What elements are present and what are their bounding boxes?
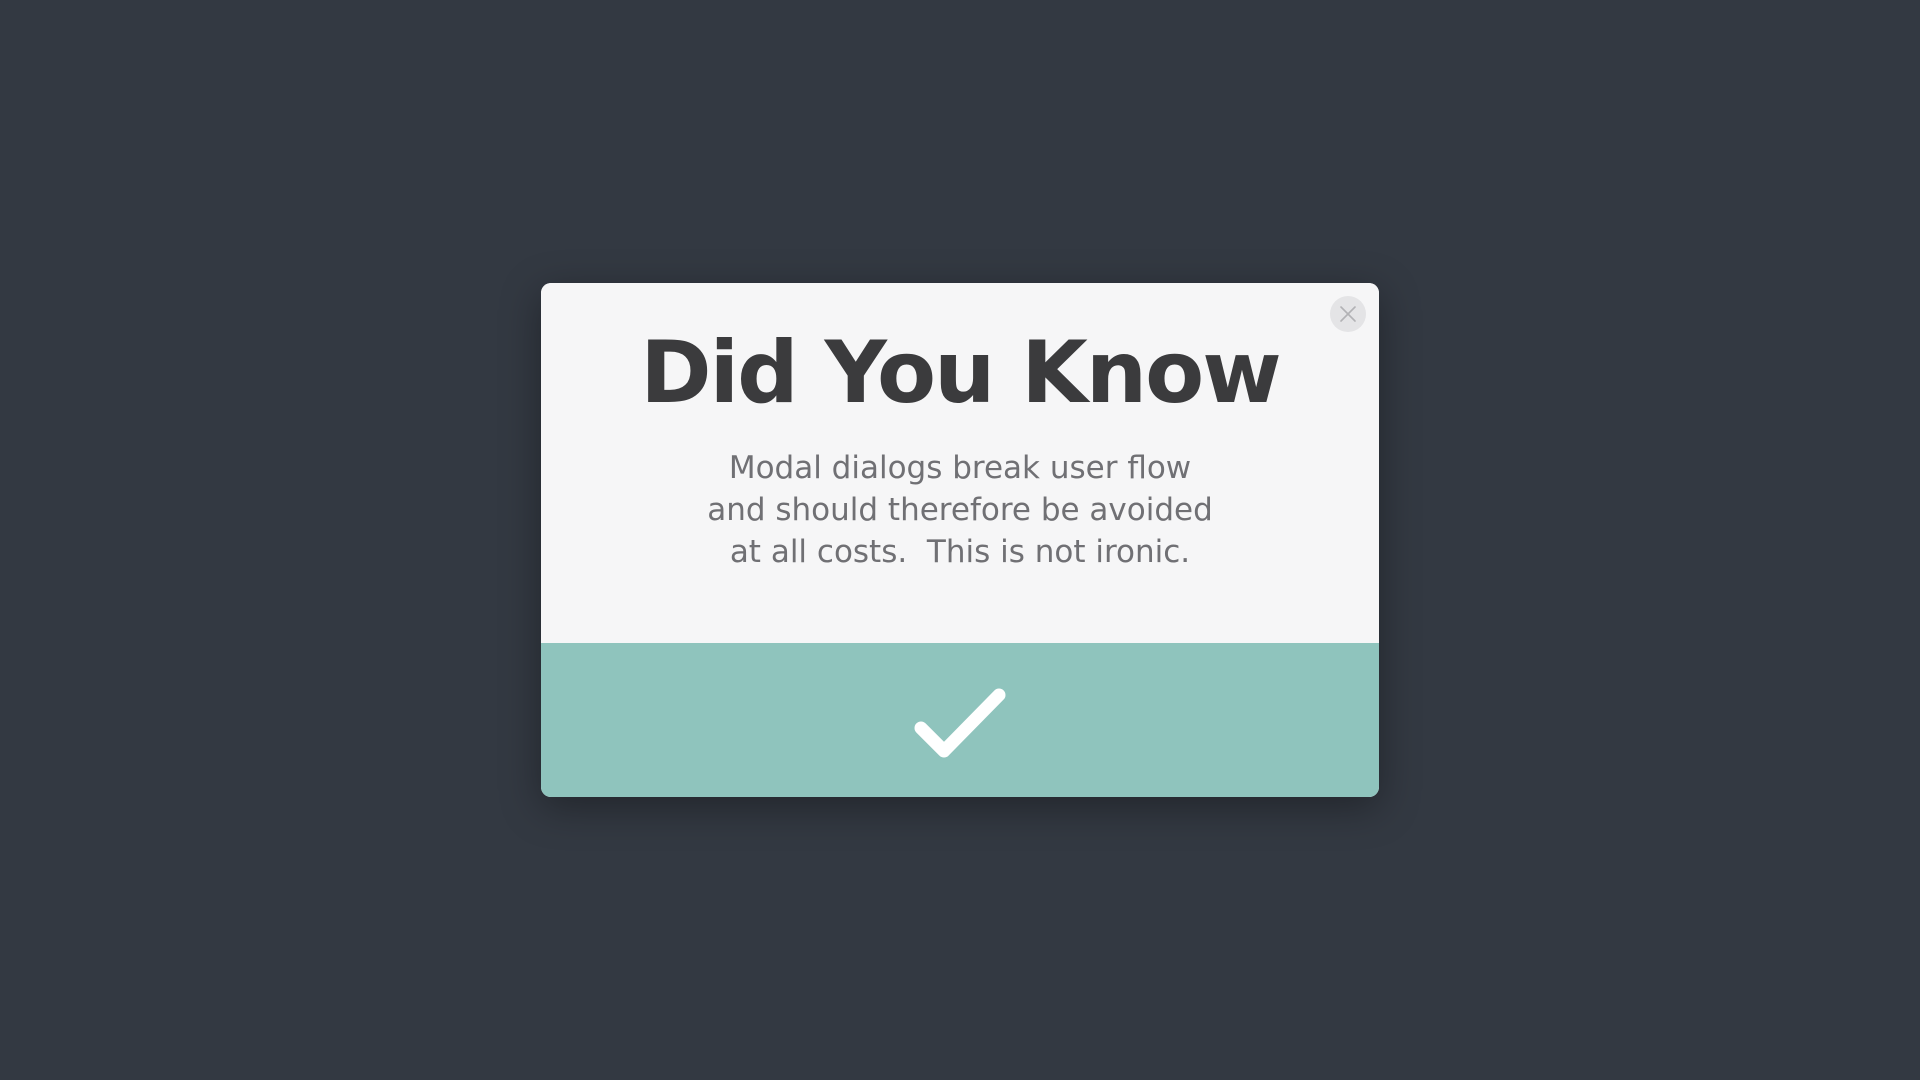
close-icon <box>1340 306 1356 322</box>
modal-title: Did You Know <box>640 323 1281 423</box>
confirm-button[interactable] <box>541 643 1379 797</box>
modal-message-line: and should therefore be avoided <box>707 492 1213 528</box>
did-you-know-modal: Did You Know Modal dialogs break user fl… <box>541 283 1379 797</box>
modal-message-line: at all costs. This is not ironic. <box>729 534 1191 570</box>
modal-message-line: Modal dialogs break user flow <box>728 450 1192 486</box>
modal-body: Did You Know Modal dialogs break user fl… <box>541 283 1379 643</box>
modal-message: Modal dialogs break user flow and should… <box>541 447 1379 573</box>
checkmark-icon <box>914 688 1006 758</box>
